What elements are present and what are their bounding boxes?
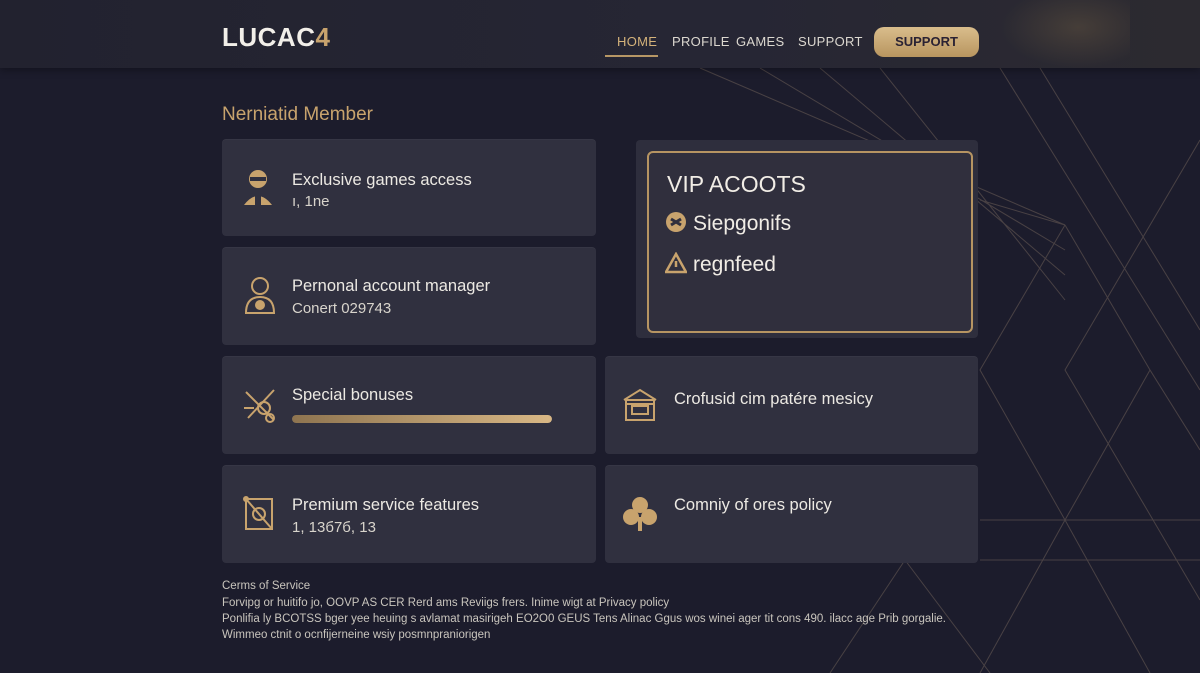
nav-games[interactable]: GAMES bbox=[736, 34, 784, 49]
footer-text-line: Forvipg or huitifo jo, OOVP AS CER Rerd … bbox=[222, 597, 670, 609]
footer-text-line: Ponlifia ly BCOTSS bger yee heuing s avl… bbox=[222, 613, 947, 625]
top-navigation-bar: LUCAC4 HOME PROFILE GAMES SUPPORT SUPPOR… bbox=[0, 0, 1200, 68]
card-title: Premium service features bbox=[292, 496, 480, 514]
card-title: Crofusid cim patére mesicy bbox=[674, 390, 873, 408]
card-subtitle: 1, 13б7б, 13 bbox=[292, 519, 376, 536]
scissors-tools-icon bbox=[244, 389, 275, 423]
footer-terms-link[interactable]: Cerms of Service bbox=[222, 580, 310, 592]
card-subtitle: Conert 029743 bbox=[292, 300, 392, 317]
warning-triangle-icon bbox=[665, 252, 687, 274]
bonus-progress-fill bbox=[292, 415, 552, 423]
background-geometry bbox=[699, 67, 1200, 673]
gear-badge-icon bbox=[666, 212, 686, 232]
card-subtitle: ı, 1ne bbox=[292, 193, 330, 210]
vip-row-label: regnfeed bbox=[693, 253, 776, 276]
feature-card-policy[interactable]: Crofusid cim patére mesicy bbox=[605, 356, 978, 454]
frame-icon bbox=[243, 496, 273, 530]
footer-text-line: Wimmeo ctnit o ocnfijerneine wsiy posmnp… bbox=[222, 629, 491, 641]
nav-active-indicator bbox=[605, 55, 658, 57]
feature-card-community-policy[interactable]: Comniy of ores policy bbox=[605, 465, 978, 563]
nav-home[interactable]: HOME bbox=[617, 34, 657, 49]
feature-card-account-manager[interactable]: Pernonal account manager Conert 029743 bbox=[222, 247, 596, 345]
nav-profile[interactable]: PROFILE bbox=[672, 34, 730, 49]
vip-accounts-panel[interactable]: VIP ACOOTS Siepgonifs regnfeed bbox=[647, 151, 973, 333]
card-title: Exclusive games access bbox=[292, 171, 472, 189]
section-title: Nerniatid Member bbox=[222, 104, 373, 125]
feature-card-special-bonuses[interactable]: Special bonuses bbox=[222, 356, 596, 454]
vip-row[interactable]: Siepgonifs bbox=[665, 211, 791, 236]
card-title: Special bonuses bbox=[292, 386, 414, 404]
feature-card-premium-service[interactable]: Premium service features 1, 13б7б, 13 bbox=[222, 465, 596, 563]
bonus-progress-bar bbox=[292, 415, 552, 423]
vip-row[interactable]: regnfeed bbox=[665, 252, 776, 277]
card-title: Pernonal account manager bbox=[292, 277, 491, 295]
support-button[interactable]: SUPPORT bbox=[874, 27, 979, 57]
user-badge-icon bbox=[244, 169, 272, 205]
feature-card-exclusive-games[interactable]: Exclusive games access ı, 1ne bbox=[222, 139, 596, 236]
clover-icon bbox=[623, 497, 657, 531]
brand-logo[interactable]: LUCAC4 bbox=[222, 22, 330, 53]
vip-title: VIP ACOOTS bbox=[667, 171, 806, 197]
card-title: Comniy of ores policy bbox=[674, 496, 832, 514]
vip-row-label: Siepgonifs bbox=[693, 212, 792, 235]
house-box-icon bbox=[623, 388, 657, 421]
person-icon bbox=[244, 277, 276, 314]
nav-support[interactable]: SUPPORT bbox=[798, 34, 863, 49]
